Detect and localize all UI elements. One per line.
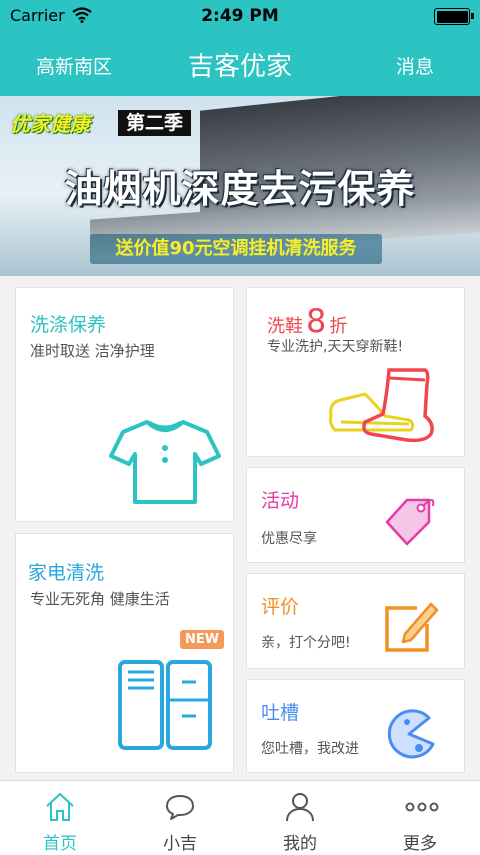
laundry-subtitle: 准时取送 洁净护理 [30,342,155,360]
rating-title: 评价 [261,596,300,618]
activity-title: 活动 [261,490,300,512]
appliance-title: 家电清洗 [28,562,105,584]
tab-bar: 首页 小吉 我的 更多 [0,780,480,855]
person-icon [286,793,314,822]
feedback-subtitle: 您吐槽，我改进 [261,741,359,757]
activity-card[interactable]: 活动 优惠尽享 [246,467,465,563]
banner-headline: 油烟机深度去污保养 [64,167,416,211]
chomp-icon [387,709,435,759]
feedback-title: 吐槽 [261,702,300,724]
activity-subtitle: 优惠尽享 [261,531,317,547]
appliance-cleaning-card[interactable]: 家电清洗 专业无死角 健康生活 NEW [15,533,234,773]
appliance-icon [118,660,212,750]
tab-xiaoji[interactable]: 小吉 [120,781,240,855]
shoes-icon [329,368,434,443]
rating-subtitle: 亲，打个分吧! [261,635,351,651]
promo-banner[interactable]: 优家健康 第二季 油烟机深度去污保养 送价值90元空调挂机清洗服务 [0,96,480,276]
banner-tag-left: 优家健康 [10,112,90,136]
battery-icon [434,8,474,25]
status-bar: Carrier 2:49 PM [0,0,480,32]
more-icon [405,802,439,812]
edit-icon [385,602,439,652]
tab-more-label: 更多 [403,834,437,854]
nav-bar: 高新南区 吉客优家 消息 [0,32,480,96]
shirt-icon [109,420,221,504]
tab-mine-label: 我的 [283,834,317,854]
shoe-wash-card[interactable]: 洗鞋8 折 专业洗护,天天穿新鞋! [246,287,465,457]
chat-icon [166,795,194,820]
home-icon [46,792,74,821]
tab-more[interactable]: 更多 [360,781,480,855]
tag-icon [385,498,435,546]
new-badge: NEW [180,630,225,649]
tab-home-label: 首页 [43,834,77,854]
banner-tag-right: 第二季 [118,110,192,136]
banner-promo: 送价值90元空调挂机清洗服务 [90,234,382,264]
laundry-card[interactable]: 洗涤保养 准时取送 洁净护理 [15,287,234,522]
rating-card[interactable]: 评价 亲，打个分吧! [246,573,465,669]
shoe-wash-subtitle: 专业洗护,天天穿新鞋! [267,339,404,355]
tab-mine[interactable]: 我的 [240,781,360,855]
feedback-card[interactable]: 吐槽 您吐槽，我改进 [246,679,465,773]
clock: 2:49 PM [201,6,279,26]
laundry-title: 洗涤保养 [30,314,107,336]
shoe-wash-title: 洗鞋8 折 [267,302,348,340]
tab-xiaoji-label: 小吉 [163,834,197,854]
messages-button[interactable]: 消息 [396,52,434,79]
appliance-subtitle: 专业无死角 健康生活 [30,590,170,608]
tab-home[interactable]: 首页 [0,781,120,855]
